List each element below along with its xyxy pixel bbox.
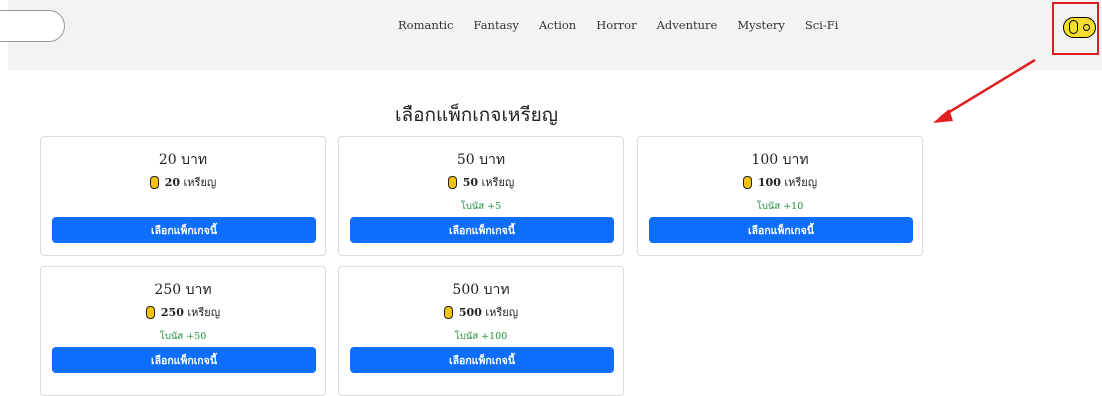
coin-toggle-button[interactable] — [1063, 17, 1096, 38]
nav-item-horror[interactable]: Horror — [596, 18, 636, 32]
coin-icon — [443, 305, 453, 319]
coin-icon — [149, 175, 159, 189]
nav-item-romantic[interactable]: Romantic — [398, 18, 454, 32]
package-price: 500 บาท — [452, 282, 510, 298]
package-bonus: โบนัส +50 — [159, 331, 207, 342]
nav-item-mystery[interactable]: Mystery — [737, 18, 785, 32]
package-card-500: 500 บาท 500 เหรียญ โบนัส +100 เลือกแพ็กเ… — [338, 266, 624, 396]
coin-icon — [145, 305, 155, 319]
package-coins: 50 เหรียญ — [339, 173, 623, 191]
package-card-250: 250 บาท 250 เหรียญ โบนัส +50 เลือกแพ็กเก… — [40, 266, 326, 396]
package-card-100: 100 บาท 100 เหรียญ โบนัส +10 เลือกแพ็กเก… — [637, 136, 923, 256]
package-price: 20 บาท — [158, 152, 208, 168]
coin-icon — [1069, 20, 1078, 34]
select-package-button[interactable]: เลือกแพ็กเกจนี้ — [52, 217, 316, 243]
package-coins: 20 เหรียญ — [41, 173, 325, 191]
package-coins: 100 เหรียญ — [638, 173, 922, 191]
package-card-20: 20 บาท 20 เหรียญ เลือกแพ็กเกจนี้ — [40, 136, 326, 256]
package-price: 250 บาท — [154, 282, 212, 298]
nav-item-fantasy[interactable]: Fantasy — [474, 18, 519, 32]
select-package-button[interactable]: เลือกแพ็กเกจนี้ — [350, 217, 614, 243]
select-package-button[interactable]: เลือกแพ็กเกจนี้ — [52, 347, 316, 373]
nav-item-scifi[interactable]: Sci-Fi — [805, 18, 839, 32]
package-price: 100 บาท — [751, 152, 809, 168]
package-bonus: โบนัส +5 — [460, 201, 502, 212]
package-coins: 500 เหรียญ — [339, 303, 623, 321]
package-price: 50 บาท — [456, 152, 506, 168]
coin-icon — [447, 175, 457, 189]
select-package-button[interactable]: เลือกแพ็กเกจนี้ — [350, 347, 614, 373]
package-bonus: โบนัส +100 — [454, 331, 508, 342]
toggle-knob-icon — [1083, 24, 1090, 31]
package-card-50: 50 บาท 50 เหรียญ โบนัส +5 เลือกแพ็กเกจนี… — [338, 136, 624, 256]
nav-item-action[interactable]: Action — [539, 18, 576, 32]
package-coins: 250 เหรียญ — [41, 303, 325, 321]
nav-item-adventure[interactable]: Adventure — [657, 18, 718, 32]
search-input[interactable] — [0, 10, 65, 42]
coin-icon — [742, 175, 752, 189]
package-bonus: โบนัส +10 — [756, 201, 804, 212]
page-title: เลือกแพ็กเกจเหรียญ — [394, 104, 558, 126]
select-package-button[interactable]: เลือกแพ็กเกจนี้ — [649, 217, 913, 243]
genre-nav: Romantic Fantasy Action Horror Adventure… — [398, 18, 858, 32]
